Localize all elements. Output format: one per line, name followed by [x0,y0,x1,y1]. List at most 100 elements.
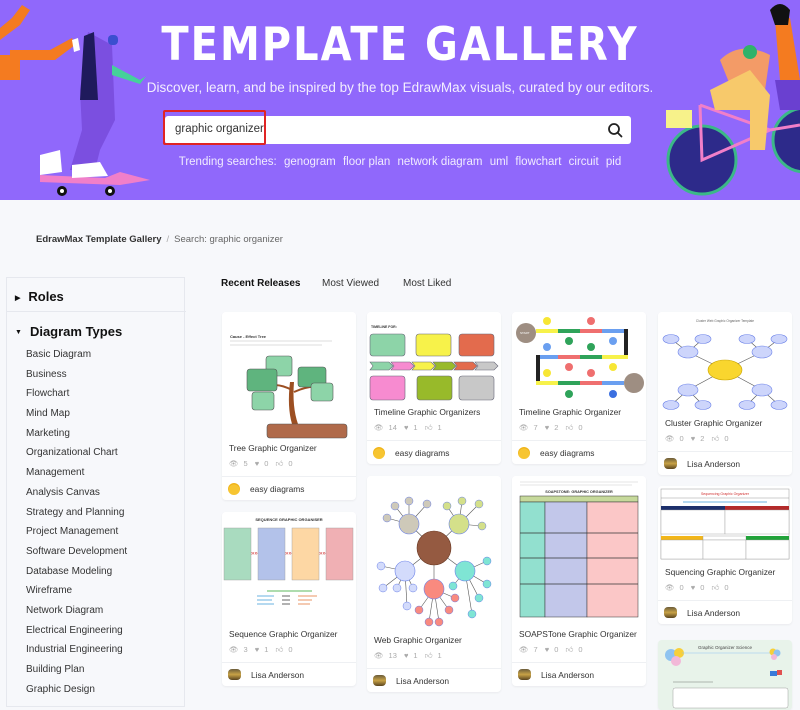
template-title[interactable]: Timeline Graphic Organizers [367,407,501,417]
snake-timeline-thumbnail: START [516,317,644,398]
eye-icon: 👁︎ [374,651,384,660]
author-row[interactable]: Lisa Anderson [222,662,356,686]
template-thumbnail[interactable]: START [512,312,646,404]
template-title[interactable]: Web Graphic Organizer [367,635,501,645]
template-title[interactable]: Sequence Graphic Organizer [222,629,356,639]
svg-text:»»: »» [285,551,292,557]
caret-down-icon: ▼ [15,329,22,337]
template-stats: 👁︎ 3 ♥ 1 👍︎ 0 [222,645,356,657]
thumb-heading: SEQUENCE GRAPHIC ORGANISER [255,517,322,522]
author-row[interactable]: Lisa Anderson [658,451,792,475]
template-card[interactable]: SOAPSTONE: GRAPHIC ORGANIZER SOAPSTone G… [512,476,646,686]
sidebar-item-database-modeling[interactable]: Database Modeling [26,566,127,586]
sidebar-section-diagram-types[interactable]: ▼ Diagram Types [15,324,122,339]
sidebar-item-management[interactable]: Management [26,467,127,487]
template-thumbnail[interactable]: Sequencing Graphic Organizer [658,486,792,564]
view-count: 3 [243,645,248,654]
template-stats: 👁︎ 13 ♥ 1 👍︎ 1 [367,651,501,663]
author-row[interactable]: easy diagrams [512,440,646,464]
sidebar-section-roles[interactable]: ▶ Roles [15,289,64,304]
svg-text:»»: »» [319,551,326,557]
heart-icon: ♥ [403,651,409,660]
favorite-count: 2 [554,423,559,432]
sidebar-item-electrical-engineering[interactable]: Electrical Engineering [26,625,127,645]
author-name[interactable]: easy diagrams [395,448,449,458]
sidebar-item-flowchart[interactable]: Flowchart [26,388,127,408]
author-name[interactable]: Lisa Anderson [687,608,740,618]
author-name[interactable]: Lisa Anderson [687,459,740,469]
sidebar-item-network-diagram[interactable]: Network Diagram [26,605,127,625]
template-thumbnail[interactable]: TIMELINE FOR: [367,312,501,404]
author-row[interactable]: easy diagrams [367,440,501,464]
sidebar-item-software-development[interactable]: Software Development [26,546,127,566]
thumbs-up-icon: 👍︎ [275,645,284,654]
tab-most-liked[interactable]: Most Liked [403,278,451,289]
breadcrumb: EdrawMax Template Gallery / Search: graphi… [36,234,283,245]
like-count: 0 [724,434,729,443]
author-name[interactable]: Lisa Anderson [396,676,449,686]
breadcrumb-root-link[interactable]: EdrawMax Template Gallery [36,234,162,245]
trending-link-flowchart[interactable]: flowchart [515,156,561,168]
author-name[interactable]: Lisa Anderson [541,670,594,680]
template-title[interactable]: Cluster Graphic Organizer [658,418,792,428]
sidebar-item-basic-diagram[interactable]: Basic Diagram [26,349,127,369]
template-thumbnail[interactable]: Cluster Web Graphic Organizer Template [658,312,792,415]
sidebar-item-industrial-engineering[interactable]: Industrial Engineering [26,644,127,664]
author-row[interactable]: easy diagrams [222,476,356,500]
template-card[interactable]: START Timeline Graphic Organizer 👁︎ 7 ♥ 2 … [512,312,646,464]
sidebar-item-analysis-canvas[interactable]: Analysis Canvas [26,487,127,507]
trending-link-pid[interactable]: pid [606,156,621,168]
template-thumbnail[interactable]: Cause - Effect Tree [222,312,356,440]
template-card[interactable]: SEQUENCE GRAPHIC ORGANISER »» »» »» Sequ… [222,512,356,686]
template-card[interactable]: TIMELINE FOR: Timeline Graphic Organizer… [367,312,501,464]
sidebar-item-mind-map[interactable]: Mind Map [26,408,127,428]
template-card[interactable]: Graphic Organizer Science [658,640,792,710]
author-row[interactable]: Lisa Anderson [367,668,501,692]
template-thumbnail[interactable]: SEQUENCE GRAPHIC ORGANISER »» »» »» [222,512,356,626]
template-title[interactable]: Tree Graphic Organizer [222,443,356,453]
trending-link-uml[interactable]: uml [490,156,509,168]
trending-link-genogram[interactable]: genogram [284,156,336,168]
search-highlight-box [163,110,266,145]
avatar [664,458,677,469]
favorite-count: 0 [264,459,269,468]
favorite-count: 1 [413,423,418,432]
sidebar-item-project-management[interactable]: Project Management [26,526,127,546]
template-card[interactable]: Web Graphic Organizer 👁︎ 13 ♥ 1 👍︎ 1 Lisa A… [367,476,501,692]
hero-banner: TEMPLATE GALLERY Discover, learn, and be… [0,0,800,200]
view-count: 7 [533,423,538,432]
sidebar-item-strategy-and-planning[interactable]: Strategy and Planning [26,507,127,527]
author-name[interactable]: Lisa Anderson [251,670,304,680]
thumbs-up-icon: 👍︎ [424,423,433,432]
tab-recent-releases[interactable]: Recent Releases [221,278,301,289]
eye-icon: 👁︎ [665,583,675,592]
sidebar-item-wireframe[interactable]: Wireframe [26,585,127,605]
sequence-diagram-thumbnail: SEQUENCE GRAPHIC ORGANISER »» »» »» [223,517,354,605]
sidebar-item-graphic-design[interactable]: Graphic Design [26,684,127,704]
thumb-heading: SOAPSTONE: GRAPHIC ORGANIZER [545,490,613,494]
template-title[interactable]: Timeline Graphic Organizer [512,407,646,417]
trending-link-floor-plan[interactable]: floor plan [343,156,390,168]
template-card[interactable]: Cause - Effect Tree Tree Graphic Organiz… [222,312,356,500]
author-name[interactable]: easy diagrams [540,448,594,458]
template-card[interactable]: Sequencing Graphic Organizer Squencing G… [658,486,792,624]
tab-most-viewed[interactable]: Most Viewed [322,278,379,289]
trending-link-circuit[interactable]: circuit [569,156,599,168]
template-title[interactable]: Squencing Graphic Organizer [658,567,792,577]
sidebar-item-marketing[interactable]: Marketing [26,428,127,448]
template-thumbnail[interactable]: SOAPSTONE: GRAPHIC ORGANIZER [512,476,646,626]
view-count: 0 [679,434,684,443]
template-card[interactable]: Cluster Web Graphic Organizer Template C… [658,312,792,475]
template-title[interactable]: SOAPSTone Graphic Organizer [512,629,646,639]
like-count: 1 [437,423,442,432]
sidebar-item-business[interactable]: Business [26,369,127,389]
template-thumbnail[interactable] [367,476,501,632]
search-icon[interactable] [607,122,623,138]
author-row[interactable]: Lisa Anderson [658,600,792,624]
author-row[interactable]: Lisa Anderson [512,662,646,686]
sidebar-item-building-plan[interactable]: Building Plan [26,664,127,684]
thumbs-up-icon: 👍︎ [565,423,574,432]
trending-link-network-diagram[interactable]: network diagram [397,156,482,168]
author-name[interactable]: easy diagrams [250,484,304,494]
sidebar-item-organizational-chart[interactable]: Organizational Chart [26,447,127,467]
